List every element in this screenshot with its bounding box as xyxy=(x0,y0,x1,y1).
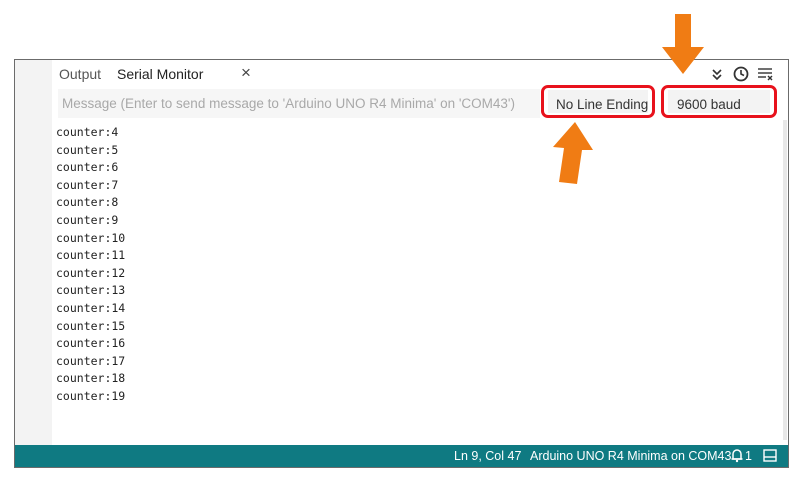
output-line: counter:18 xyxy=(56,371,126,386)
output-line: counter:12 xyxy=(56,265,126,280)
baud-rate-value: 9600 baud xyxy=(677,97,741,112)
clear-output-icon[interactable] xyxy=(756,65,774,83)
output-line: counter:11 xyxy=(56,248,126,263)
output-line: counter:5 xyxy=(56,142,119,157)
toolbar-icons xyxy=(708,65,778,85)
message-input[interactable]: Message (Enter to send message to 'Ardui… xyxy=(58,89,540,118)
output-line: counter:16 xyxy=(56,336,126,351)
output-line: counter:9 xyxy=(56,212,119,227)
tab-output[interactable]: Output xyxy=(59,66,101,82)
board-info[interactable]: Arduino UNO R4 Minima on COM43 xyxy=(530,449,731,463)
baud-rate-select[interactable]: 9600 baud xyxy=(661,85,777,118)
serial-monitor-panel: Output Serial Monitor × Message (Enter t… xyxy=(14,59,789,468)
serial-output: counter:4 counter:5 counter:6 counter:7 … xyxy=(56,124,125,406)
up-arrow-annotation xyxy=(553,122,593,184)
left-gutter xyxy=(15,60,52,445)
notification-count: 1 xyxy=(745,449,752,463)
down-arrow-annotation xyxy=(662,14,704,74)
close-icon[interactable]: × xyxy=(241,63,251,83)
output-line: counter:19 xyxy=(56,388,126,403)
cursor-position[interactable]: Ln 9, Col 47 xyxy=(454,449,521,463)
panel-icon[interactable] xyxy=(763,449,777,462)
output-line: counter:6 xyxy=(56,160,119,175)
output-line: counter:14 xyxy=(56,300,126,315)
output-line: counter:17 xyxy=(56,353,126,368)
output-line: counter:15 xyxy=(56,318,126,333)
line-ending-select[interactable]: No Line Ending xyxy=(541,85,655,118)
chevrons-down-icon[interactable] xyxy=(708,65,726,83)
output-scrollbar[interactable] xyxy=(783,120,787,440)
output-line: counter:8 xyxy=(56,195,119,210)
line-ending-value: No Line Ending xyxy=(556,97,649,112)
bell-icon[interactable] xyxy=(730,448,744,463)
tab-serial-monitor[interactable]: Serial Monitor xyxy=(117,66,203,82)
message-placeholder: Message (Enter to send message to 'Ardui… xyxy=(62,96,515,111)
output-line: counter:4 xyxy=(56,125,119,139)
status-bar: Ln 9, Col 47 Arduino UNO R4 Minima on CO… xyxy=(15,445,788,467)
output-line: counter:13 xyxy=(56,283,126,298)
output-line: counter:7 xyxy=(56,177,119,192)
clock-icon[interactable] xyxy=(732,65,750,83)
output-line: counter:10 xyxy=(56,230,126,245)
